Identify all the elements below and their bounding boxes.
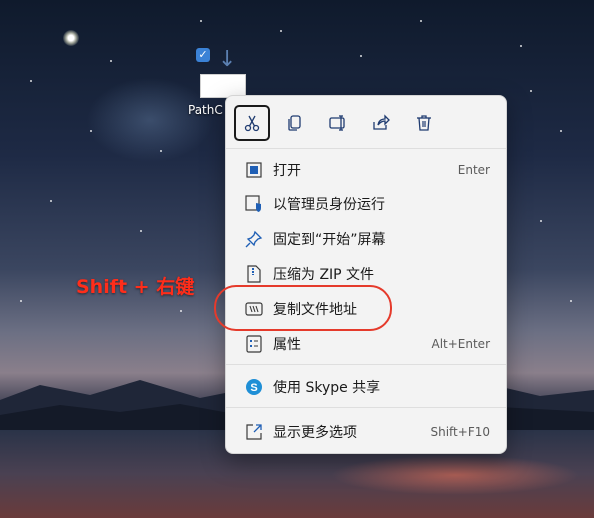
file-name-label[interactable]: PathC [188, 103, 223, 117]
star [180, 310, 182, 312]
menu-item-show-more-options[interactable]: 显示更多选项 Shift+F10 [234, 417, 498, 447]
star [540, 220, 542, 222]
menu-divider [226, 148, 506, 149]
highlight-circle [214, 285, 392, 331]
star [360, 55, 362, 57]
light-reflection [330, 455, 580, 495]
copy-button[interactable] [277, 105, 313, 141]
menu-divider [226, 407, 506, 408]
admin-run-icon [243, 193, 265, 215]
menu-divider [226, 364, 506, 365]
star [280, 30, 282, 32]
menu-item-properties[interactable]: 属性 Alt+Enter [234, 329, 498, 359]
menu-item-shortcut: Shift+F10 [430, 425, 490, 439]
menu-item-run-as-admin[interactable]: 以管理员身份运行 [234, 189, 498, 219]
star [50, 200, 52, 202]
selected-checkbox[interactable]: ✓ [196, 48, 210, 62]
annotation-text: Shift + 右键 [76, 276, 195, 298]
menu-item-open[interactable]: 打开 Enter [234, 155, 498, 185]
menu-item-share-skype[interactable]: S 使用 Skype 共享 [234, 372, 498, 402]
star [420, 20, 422, 22]
rename-button[interactable] [320, 105, 356, 141]
menu-item-label: 显示更多选项 [273, 425, 357, 441]
menu-item-label: 使用 Skype 共享 [273, 380, 381, 396]
star [20, 300, 22, 302]
star [570, 300, 572, 302]
star [530, 90, 532, 92]
menu-item-label: 以管理员身份运行 [273, 197, 385, 213]
star [520, 45, 522, 47]
svg-text:S: S [250, 382, 257, 394]
properties-icon [243, 333, 265, 355]
copy-icon [288, 115, 301, 131]
pin-icon [243, 228, 265, 250]
open-icon [243, 159, 265, 181]
menu-item-shortcut: Enter [457, 163, 490, 177]
menu-item-pin-to-start[interactable]: 固定到“开始”屏幕 [234, 224, 498, 254]
star [30, 80, 32, 82]
menu-item-label: 固定到“开始”屏幕 [273, 232, 386, 248]
skype-icon: S [243, 376, 265, 398]
star [90, 130, 92, 132]
share-icon [373, 114, 390, 130]
rename-icon [329, 115, 345, 131]
menu-item-shortcut: Alt+Enter [431, 337, 490, 351]
menu-item-label: 属性 [273, 337, 301, 353]
star [560, 130, 562, 132]
star [160, 150, 162, 152]
trash-icon [417, 115, 431, 131]
menu-item-label: 压缩为 ZIP 文件 [273, 267, 375, 283]
star [140, 230, 142, 232]
star [110, 60, 112, 62]
bright-star [63, 30, 79, 46]
star [200, 20, 202, 22]
cut-button[interactable] [234, 105, 270, 141]
context-menu: 打开 Enter 以管理员身份运行 固定到“开始”屏幕 压缩为 ZIP 文件 复… [225, 95, 507, 454]
share-button[interactable] [363, 105, 399, 141]
delete-button[interactable] [406, 105, 442, 141]
zip-icon [243, 263, 265, 285]
more-options-icon [243, 421, 265, 443]
scissors-icon [244, 115, 260, 132]
arrow-down-icon: ↓ [218, 47, 237, 72]
menu-item-label: 打开 [273, 163, 301, 179]
context-menu-toolbar [226, 96, 506, 148]
